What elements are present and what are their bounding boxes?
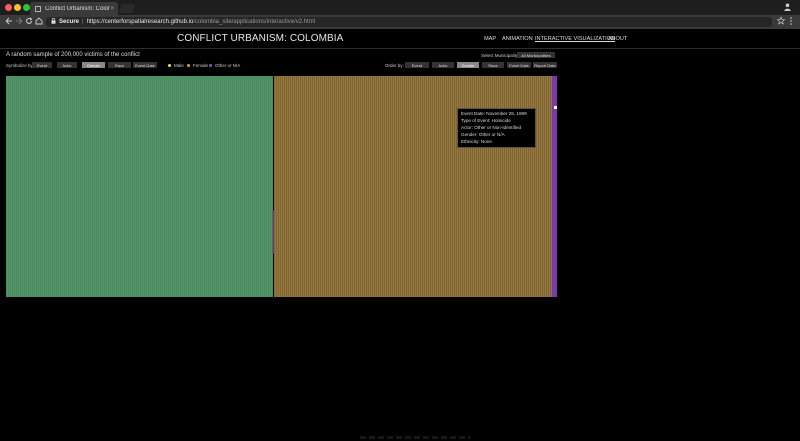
window-minimize-button[interactable] — [14, 4, 21, 11]
reload-icon[interactable] — [25, 16, 33, 28]
home-icon[interactable] — [35, 16, 43, 28]
order-actor-button[interactable]: Actor — [432, 62, 454, 68]
legend-item-other: Other or N/A — [209, 63, 240, 68]
segment-other[interactable] — [552, 76, 557, 297]
site-title: CONFLICT URBANISM: COLOMBIA — [177, 33, 344, 44]
segment-male[interactable] — [6, 76, 273, 297]
address-bar[interactable]: Secure | https://centerforspatialresearc… — [46, 17, 772, 27]
symbolize-gender-button[interactable]: Gender — [82, 62, 105, 68]
window-close-button[interactable] — [5, 4, 12, 11]
symbolize-actor-button[interactable]: Actor — [57, 62, 77, 68]
sample-description: A random sample of 200,000 victims of th… — [6, 52, 140, 58]
kebab-menu-icon[interactable] — [789, 16, 793, 28]
legend-label-male: Male — [174, 63, 184, 68]
hovered-victim-marker — [554, 106, 557, 109]
legend-dot-male — [168, 64, 171, 67]
select-municipality-label: Select Municipality — [481, 53, 519, 58]
order-race-button[interactable]: Race — [482, 62, 504, 68]
browser-tab-bar: Conflict Urbanism: Colombia × — [0, 0, 800, 15]
star-icon[interactable] — [776, 16, 786, 27]
symbolize-race-button[interactable]: Race — [108, 62, 131, 68]
victim-tooltip: Event Date: November 28, 1999 Type of Ev… — [457, 108, 536, 148]
segment-boundary-mark — [272, 210, 274, 254]
order-event-date-button[interactable]: Event Date — [507, 62, 531, 68]
order-by-label: Order by: — [385, 63, 404, 68]
tab-close-icon[interactable]: × — [110, 6, 114, 12]
order-gender-button[interactable]: Gender — [457, 62, 479, 68]
user-icon[interactable] — [784, 3, 791, 13]
header-divider — [0, 48, 800, 49]
url-separator: | — [82, 19, 84, 25]
tab-title: Conflict Urbanism: Colombia — [45, 5, 110, 12]
browser-tab[interactable]: Conflict Urbanism: Colombia × — [30, 2, 118, 15]
legend-label-other: Other or N/A — [215, 63, 241, 68]
nav-interactive-visualization[interactable]: INTERACTIVE VISUALIZATION — [535, 36, 615, 42]
symbolize-event-button[interactable]: Event — [32, 62, 52, 68]
nav-about[interactable]: ABOUT — [608, 36, 627, 42]
legend-dot-female — [187, 64, 190, 67]
tooltip-actor: Actor: Other or Non-Identified — [461, 125, 522, 130]
legend-item-male: Male — [168, 63, 184, 68]
tooltip-gender: Gender: Other or N/A — [461, 132, 505, 137]
nav-animation[interactable]: ANIMATION — [502, 36, 533, 42]
secure-label: Secure — [59, 19, 80, 25]
tooltip-event-type: Type of Event: Homicide — [461, 118, 511, 123]
symbolize-event-date-button[interactable]: Event Date — [133, 62, 157, 68]
order-report-date-button[interactable]: Report Date — [533, 62, 557, 68]
url-host: https://centerforspatialresearch.github.… — [86, 19, 194, 25]
legend-label-female: Female — [193, 63, 209, 68]
window-maximize-button[interactable] — [23, 4, 30, 11]
order-event-button[interactable]: Event — [405, 62, 429, 68]
browser-toolbar: Secure | https://centerforspatialresearc… — [0, 15, 800, 29]
municipality-select[interactable]: All Municipalities — [517, 52, 555, 58]
arrow-left-icon[interactable] — [5, 16, 13, 28]
new-tab-button[interactable] — [118, 4, 136, 13]
lock-icon — [51, 18, 56, 26]
nav-map[interactable]: MAP — [484, 36, 496, 42]
legend-dot-other — [209, 64, 212, 67]
url-path: /colombia_site/applications/interactive/… — [193, 19, 316, 25]
legend-item-female: Female — [187, 63, 208, 68]
bottom-faint-strip — [360, 436, 470, 439]
symbolize-by-label: Symbolize by: — [6, 63, 35, 68]
page-favicon-icon — [35, 5, 41, 12]
tooltip-ethnicity: Ethnicity: None — [461, 139, 492, 144]
arrow-right-icon[interactable] — [15, 16, 23, 28]
tooltip-event-date: Event Date: November 28, 1999 — [461, 111, 527, 116]
